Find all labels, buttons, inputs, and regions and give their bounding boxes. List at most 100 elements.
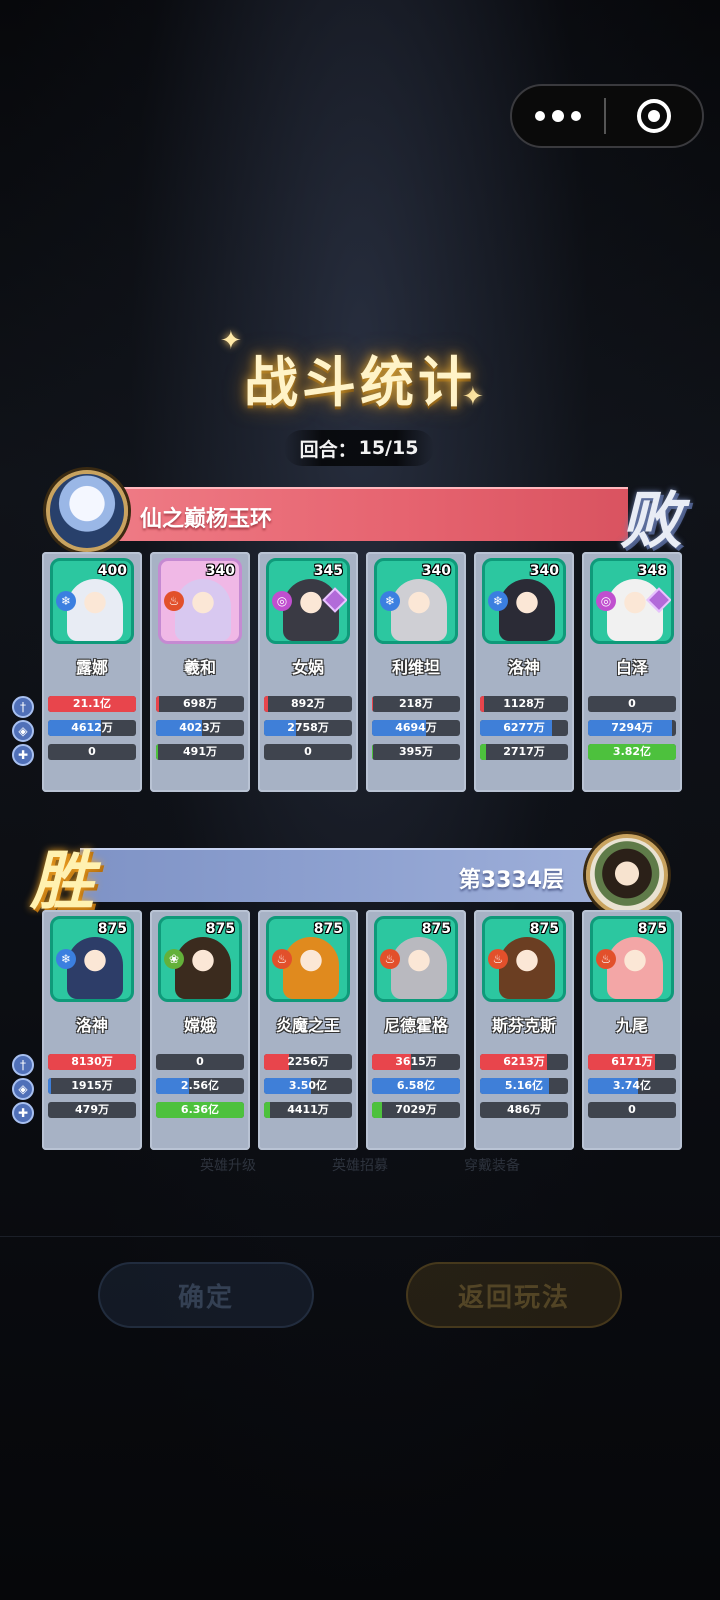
- ice-element-icon: ❄: [56, 591, 76, 611]
- damage-taken-bar: 2.56亿: [156, 1078, 244, 1094]
- hero-level: 340: [421, 563, 451, 579]
- light-element-icon: ◎: [596, 591, 616, 611]
- heal-bar: 0: [588, 1102, 676, 1118]
- damage-bar-value: 8130万: [71, 1055, 113, 1068]
- hero-portrait: 340 ♨: [158, 558, 242, 644]
- hero-portrait: 875 ♨: [590, 916, 674, 1002]
- damage-taken-bar: 3.74亿: [588, 1078, 676, 1094]
- heal-bar: 395万: [372, 744, 460, 760]
- heal-bar-value: 2717万: [503, 745, 545, 758]
- hero-card[interactable]: 340 ❄ 利维坦 218万 4694万 395万: [366, 552, 466, 792]
- hero-art: [499, 579, 555, 641]
- hero-level: 875: [205, 921, 235, 937]
- target-icon[interactable]: [606, 99, 702, 133]
- hero-level: 340: [205, 563, 235, 579]
- hero-card[interactable]: 875 ❀ 嫦娥 0 2.56亿 6.36亿: [150, 910, 250, 1150]
- hero-name: 露娜: [75, 658, 108, 677]
- damage-taken-bar: 4612万: [48, 720, 136, 736]
- heal-bar-value: 491万: [183, 745, 217, 758]
- damage-bar: 21.1亿: [48, 696, 136, 712]
- hero-card[interactable]: 348 ◎ 白泽 0 7294万 3.82亿: [582, 552, 682, 792]
- sword-icon: †: [12, 1054, 34, 1076]
- damage-taken-bar-value: 5.16亿: [504, 1079, 544, 1092]
- round-label: 回合：: [299, 438, 357, 461]
- hero-name: 利维坦: [391, 658, 440, 677]
- fire-element-icon: ♨: [380, 949, 400, 969]
- heal-bar-value: 0: [304, 745, 312, 758]
- damage-bar: 6213万: [480, 1054, 568, 1070]
- wood-element-icon: ❀: [164, 949, 184, 969]
- heal-bar: 0: [264, 744, 352, 760]
- hero-level: 400: [97, 563, 127, 579]
- background-tabs: 英雄升级 英雄招募 穿戴装备: [200, 1155, 520, 1175]
- heal-bar-value: 0: [628, 1103, 636, 1116]
- fire-element-icon: ♨: [272, 949, 292, 969]
- damage-bar-value: 6213万: [503, 1055, 545, 1068]
- hero-card[interactable]: 345 ◎ 女娲 892万 2758万 0: [258, 552, 358, 792]
- heal-bar-value: 395万: [399, 745, 433, 758]
- hero-name: 洛神: [75, 1016, 108, 1035]
- hero-art: [607, 937, 663, 999]
- damage-bar-value: 3615万: [395, 1055, 437, 1068]
- damage-taken-bar-value: 2.56亿: [180, 1079, 220, 1092]
- lose-badge: 败: [620, 484, 683, 557]
- damage-taken-bar: 4694万: [372, 720, 460, 736]
- heal-bar-value: 0: [88, 745, 96, 758]
- damage-bar: 218万: [372, 696, 460, 712]
- hero-portrait: 875 ❀: [158, 916, 242, 1002]
- damage-taken-bar: 4023万: [156, 720, 244, 736]
- hero-portrait: 875 ♨: [266, 916, 350, 1002]
- shield-icon: ◈: [12, 1078, 34, 1100]
- damage-bar-value: 218万: [399, 697, 433, 710]
- hero-portrait: 875 ❄: [50, 916, 134, 1002]
- enemy-avatar: [586, 834, 668, 916]
- hero-card[interactable]: 875 ♨ 九尾 6171万 3.74亿 0: [582, 910, 682, 1150]
- damage-bar-value: 1128万: [503, 697, 545, 710]
- sword-icon: †: [12, 696, 34, 718]
- hero-level: 875: [313, 921, 343, 937]
- ice-element-icon: ❄: [380, 591, 400, 611]
- hero-name: 九尾: [615, 1016, 648, 1035]
- damage-taken-bar: 1915万: [48, 1078, 136, 1094]
- hero-portrait: 348 ◎: [590, 558, 674, 644]
- hero-portrait: 400 ❄: [50, 558, 134, 644]
- background-tab: 英雄招募: [332, 1158, 388, 1174]
- hero-card[interactable]: 340 ♨ 羲和 698万 4023万 491万: [150, 552, 250, 792]
- round-value: 15/15: [358, 437, 419, 459]
- hero-level: 348: [637, 563, 667, 579]
- hero-card[interactable]: 875 ♨ 尼德霍格 3615万 6.58亿 7029万: [366, 910, 466, 1150]
- more-dots-icon[interactable]: [512, 109, 604, 122]
- damage-taken-bar-value: 6277万: [503, 721, 545, 734]
- damage-taken-bar: 6277万: [480, 720, 568, 736]
- damage-taken-bar: 3.50亿: [264, 1078, 352, 1094]
- ice-element-icon: ❄: [56, 949, 76, 969]
- player-avatar: [46, 470, 128, 552]
- damage-bar: 3615万: [372, 1054, 460, 1070]
- hero-portrait: 340 ❄: [482, 558, 566, 644]
- heal-bar-value: 4411万: [287, 1103, 329, 1116]
- win-badge: 胜: [30, 845, 94, 919]
- heal-icon: ✚: [12, 744, 34, 766]
- round-counter: 回合： 15/15: [284, 430, 434, 466]
- heal-bar: 491万: [156, 744, 244, 760]
- damage-taken-bar-value: 4612万: [71, 721, 113, 734]
- hero-name: 羲和: [183, 658, 216, 677]
- hero-name: 斯芬克斯: [491, 1016, 556, 1035]
- heal-bar: 6.36亿: [156, 1102, 244, 1118]
- hero-name: 炎魔之王: [275, 1016, 340, 1035]
- hero-art: [67, 937, 123, 999]
- hero-card[interactable]: 340 ❄ 洛神 1128万 6277万 2717万: [474, 552, 574, 792]
- top-team-banner: 仙之巅杨玉环: [58, 487, 628, 541]
- miniprogram-capsule: [510, 84, 704, 148]
- hero-portrait: 875 ♨: [482, 916, 566, 1002]
- hero-card[interactable]: 875 ♨ 炎魔之王 2256万 3.50亿 4411万: [258, 910, 358, 1150]
- damage-taken-bar-value: 7294万: [611, 721, 653, 734]
- damage-taken-bar: 7294万: [588, 720, 676, 736]
- hero-card[interactable]: 875 ♨ 斯芬克斯 6213万 5.16亿 486万: [474, 910, 574, 1150]
- hero-art: [283, 937, 339, 999]
- hero-card[interactable]: 875 ❄ 洛神 8130万 1915万 479万: [42, 910, 142, 1150]
- heal-bar-value: 3.82亿: [612, 745, 652, 758]
- hero-card[interactable]: 400 ❄ 露娜 21.1亿 4612万 0: [42, 552, 142, 792]
- hero-portrait: 345 ◎: [266, 558, 350, 644]
- heal-bar: 2717万: [480, 744, 568, 760]
